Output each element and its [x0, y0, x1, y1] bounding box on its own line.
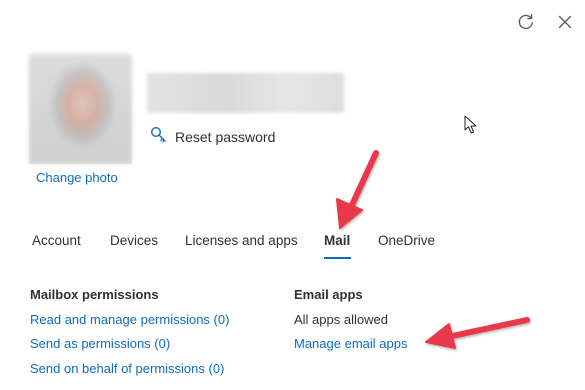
- read-manage-permissions-link[interactable]: Read and manage permissions (0): [30, 312, 229, 327]
- tab-onedrive[interactable]: OneDrive: [378, 233, 458, 256]
- tab-bar: Account Devices Licenses and apps Mail O…: [32, 233, 458, 259]
- send-on-behalf-permissions-link[interactable]: Send on behalf of permissions (0): [30, 361, 224, 376]
- close-icon[interactable]: [553, 10, 577, 34]
- reset-password-label: Reset password: [175, 129, 276, 145]
- tab-mail[interactable]: Mail: [324, 233, 378, 259]
- reset-password-button[interactable]: Reset password: [150, 126, 275, 148]
- user-details-panel: Change photo Reset password Account Devi…: [0, 0, 585, 390]
- key-icon: [150, 126, 167, 148]
- change-photo-link[interactable]: Change photo: [36, 170, 118, 185]
- profile-photo: [29, 54, 132, 164]
- annotation-arrow-mail: [336, 150, 379, 229]
- mouse-cursor-icon: [464, 115, 477, 134]
- email-apps-status: All apps allowed: [294, 312, 388, 327]
- manage-email-apps-link[interactable]: Manage email apps: [294, 336, 407, 351]
- mailbox-permissions-heading: Mailbox permissions: [30, 287, 159, 302]
- send-as-permissions-link[interactable]: Send as permissions (0): [30, 336, 170, 351]
- annotation-arrow-email-apps: [425, 317, 530, 349]
- user-display-name: [147, 73, 344, 113]
- tab-licenses-and-apps[interactable]: Licenses and apps: [185, 233, 324, 256]
- tab-account[interactable]: Account: [32, 233, 110, 256]
- tab-devices[interactable]: Devices: [110, 233, 185, 256]
- email-apps-heading: Email apps: [294, 287, 363, 302]
- refresh-icon[interactable]: [514, 10, 538, 34]
